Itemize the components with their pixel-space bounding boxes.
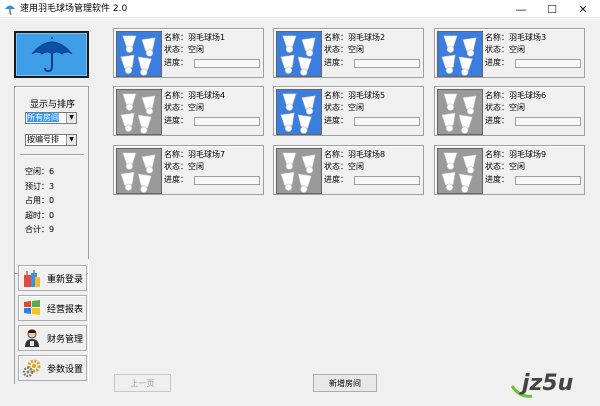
court-name: 名称：羽毛球场5 (324, 91, 386, 100)
progress-bar (194, 117, 260, 126)
progress-bar (194, 59, 260, 68)
watermark-text: jz5u (519, 371, 573, 396)
close-button[interactable]: ✕ (567, 0, 599, 18)
logo (14, 31, 89, 78)
stat-idle: 空闲：6 (25, 167, 55, 176)
court-status: 状态：空闲 (324, 162, 364, 171)
shuttlecock-icon (276, 148, 322, 194)
title-bar: 速用羽毛球场管理软件 2.0 — ☐ ✕ (0, 0, 600, 18)
progress-bar (515, 176, 581, 185)
main-window: 显示与排序 所有房间 ▼ 按编号排 ▼ 空闲：6 预订：3 占用：0 超时：0 … (0, 19, 600, 406)
shuttlecock-icon (437, 89, 483, 135)
shuttlecock-icon (116, 148, 162, 194)
court-name: 名称：羽毛球场1 (164, 33, 226, 42)
stat-booked: 预订：3 (25, 181, 55, 191)
sort-order-value: 按编号排 (27, 135, 59, 144)
chevron-down-icon[interactable]: ▼ (66, 135, 76, 145)
person-icon (25, 329, 39, 347)
shuttlecock-icon (116, 31, 162, 77)
court-card[interactable]: 名称：羽毛球场8 状态：空闲进度： (273, 145, 424, 195)
sort-title: 显示与排序 (29, 100, 75, 110)
court-status: 状态：空闲 (164, 45, 204, 54)
umbrella-icon (5, 5, 15, 15)
maximize-button[interactable]: ☐ (536, 0, 568, 18)
court-status: 状态：空闲 (485, 45, 525, 54)
business-report-button[interactable]: 经营报表 (18, 295, 87, 321)
court-progress-label: 进度： (485, 175, 509, 184)
windows-logo-icon (24, 300, 40, 315)
court-progress-label: 进度： (485, 116, 509, 125)
court-status: 状态：空闲 (324, 103, 364, 112)
finance-button[interactable]: 财务管理 (18, 325, 87, 351)
gift-icon (24, 270, 40, 287)
court-status: 状态：空闲 (164, 103, 204, 112)
business-report-label: 经营报表 (47, 304, 84, 315)
court-name: 名称：羽毛球场8 (324, 150, 386, 159)
court-progress-label: 进度： (164, 116, 188, 125)
umbrella-logo-icon (31, 36, 72, 72)
court-progress-label: 进度： (485, 58, 509, 67)
court-status: 状态：空闲 (485, 162, 525, 171)
progress-bar (354, 176, 420, 185)
court-name: 名称：羽毛球场6 (485, 91, 547, 100)
divider (20, 154, 84, 156)
court-card[interactable]: 名称：羽毛球场7 状态：空闲进度： (113, 145, 264, 195)
settings-label: 参数设置 (47, 364, 84, 375)
stat-overtime: 超时：0 (25, 210, 55, 220)
court-status: 状态：空闲 (324, 45, 364, 54)
finance-label: 财务管理 (47, 334, 84, 345)
court-card[interactable]: 名称：羽毛球场4 状态：空闲进度： (113, 86, 264, 136)
shuttlecock-icon (437, 148, 483, 194)
progress-bar (194, 176, 260, 185)
stat-occupied: 占用：0 (25, 196, 55, 205)
court-progress-label: 进度： (324, 116, 348, 125)
shuttlecock-icon (276, 31, 322, 77)
shuttlecock-icon (276, 89, 322, 135)
court-card[interactable]: 名称：羽毛球场3 状态：空闲进度： (434, 28, 585, 78)
court-name: 名称：羽毛球场2 (324, 33, 386, 42)
settings-button[interactable]: 参数设置 (18, 355, 87, 381)
court-name: 名称：羽毛球场9 (485, 150, 547, 159)
court-name: 名称：羽毛球场3 (485, 33, 547, 42)
court-progress-label: 进度： (164, 175, 188, 184)
window-title: 速用羽毛球场管理软件 2.0 (20, 4, 128, 14)
stats-list: 空闲：6 预订：3 占用：0 超时：0 合计：9 (25, 165, 54, 238)
add-room-button[interactable]: 新增房间 (313, 374, 377, 392)
progress-bar (515, 59, 581, 68)
stat-total: 合计：9 (25, 225, 55, 234)
court-card[interactable]: 名称：羽毛球场6 状态：空闲进度： (434, 86, 585, 136)
court-status: 状态：空闲 (164, 162, 204, 171)
court-progress-label: 进度： (164, 58, 188, 67)
room-filter-select[interactable]: 所有房间 ▼ (25, 112, 77, 124)
prev-page-button[interactable]: 上一页 (114, 374, 171, 392)
nav-panel: 重新登录 经营报表 财务管理 参数设置 (14, 259, 89, 384)
court-name: 名称：羽毛球场7 (164, 150, 226, 159)
jz5u-watermark-logo: jz5u (510, 371, 573, 398)
court-card[interactable]: 名称：羽毛球场5 状态：空闲进度： (273, 86, 424, 136)
court-name: 名称：羽毛球场4 (164, 91, 226, 100)
room-filter-value: 所有房间 (27, 113, 59, 122)
sort-order-select[interactable]: 按编号排 ▼ (25, 134, 77, 146)
progress-bar (354, 117, 420, 126)
court-card[interactable]: 名称：羽毛球场1 状态：空闲进度： (113, 28, 264, 78)
court-card[interactable]: 名称：羽毛球场2 状态：空闲进度： (273, 28, 424, 78)
court-progress-label: 进度： (324, 58, 348, 67)
gear-icon (22, 359, 41, 378)
court-status: 状态：空闲 (485, 103, 525, 112)
court-progress-label: 进度： (324, 175, 348, 184)
shuttlecock-icon (116, 89, 162, 135)
progress-bar (515, 117, 581, 126)
progress-bar (354, 59, 420, 68)
chevron-down-icon[interactable]: ▼ (66, 113, 76, 123)
relogin-label: 重新登录 (47, 274, 84, 285)
relogin-button[interactable]: 重新登录 (18, 265, 87, 291)
court-card[interactable]: 名称：羽毛球场9 状态：空闲进度： (434, 145, 585, 195)
minimize-button[interactable]: — (505, 0, 537, 18)
sort-panel: 显示与排序 所有房间 ▼ 按编号排 ▼ 空闲：6 预订：3 占用：0 超时：0 … (14, 86, 89, 274)
shuttlecock-icon (437, 31, 483, 77)
